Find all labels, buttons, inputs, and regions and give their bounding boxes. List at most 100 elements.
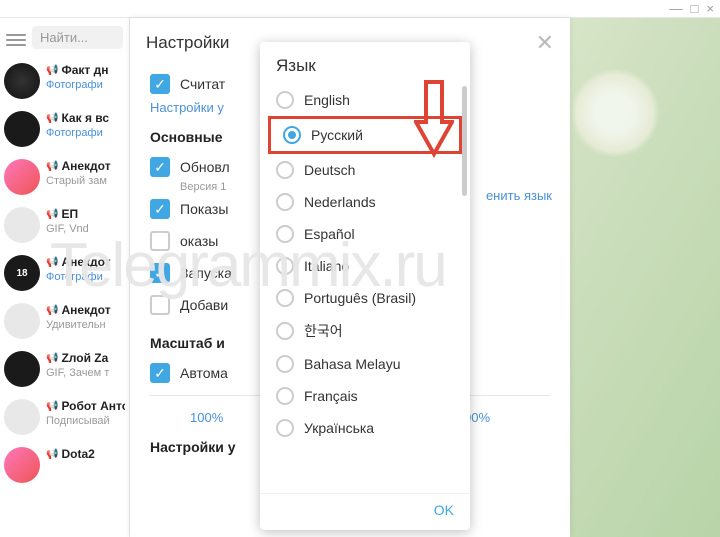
avatar xyxy=(4,351,40,387)
chat-item[interactable]: 📢Анекдот Старый зам xyxy=(0,153,129,201)
chat-title: Анекдот xyxy=(61,255,110,269)
annotation-arrow-icon xyxy=(414,78,454,163)
channel-icon: 📢 xyxy=(46,353,58,364)
chat-item[interactable]: 📢Факт дн Фотографи xyxy=(0,57,129,105)
language-option[interactable]: 한국어 xyxy=(264,314,466,348)
language-label: English xyxy=(304,92,350,108)
chat-title: Как я вс xyxy=(61,111,109,125)
language-label: Português (Brasil) xyxy=(304,290,416,306)
ok-button[interactable]: OK xyxy=(434,502,454,518)
language-label: Nederlands xyxy=(304,194,376,210)
checkbox-label: Автома xyxy=(180,365,228,381)
radio-icon xyxy=(276,387,294,405)
radio-icon xyxy=(276,289,294,307)
hamburger-icon[interactable] xyxy=(6,31,26,45)
channel-icon: 📢 xyxy=(46,65,58,76)
avatar xyxy=(4,207,40,243)
checkbox-auto-scale[interactable]: ✓ xyxy=(150,363,170,383)
checkbox-show-tray[interactable]: ✓ xyxy=(150,199,170,219)
channel-icon: 📢 xyxy=(46,257,58,268)
radio-icon xyxy=(276,225,294,243)
avatar xyxy=(4,303,40,339)
language-label: Українська xyxy=(304,420,374,436)
radio-icon xyxy=(276,257,294,275)
checkbox-label: Добави xyxy=(180,297,228,313)
checkbox-update[interactable]: ✓ xyxy=(150,157,170,177)
avatar xyxy=(4,111,40,147)
language-option[interactable]: Português (Brasil) xyxy=(264,282,466,314)
language-label: 한국어 xyxy=(304,321,343,341)
chat-subtitle: Удивительн xyxy=(46,319,125,331)
checkbox-label: Запуска xyxy=(180,265,232,281)
scrollbar-thumb[interactable] xyxy=(462,86,467,196)
minimize-icon[interactable]: — xyxy=(670,1,683,16)
chat-subtitle: Подписывай xyxy=(46,415,125,427)
language-option[interactable]: Français xyxy=(264,380,466,412)
radio-icon xyxy=(276,91,294,109)
scale-100-link[interactable]: 100% xyxy=(190,410,223,425)
close-icon[interactable]: × xyxy=(706,1,714,16)
radio-icon xyxy=(276,161,294,179)
chat-sidebar: Найти... 📢Факт дн Фотографи 📢Как я вс Фо… xyxy=(0,18,130,537)
avatar xyxy=(4,447,40,483)
maximize-icon[interactable]: □ xyxy=(691,1,699,16)
chat-item[interactable]: 📢Zлой Za GIF, Зачем т xyxy=(0,345,129,393)
avatar: 18 xyxy=(4,255,40,291)
language-label: Bahasa Melayu xyxy=(304,356,401,372)
radio-icon xyxy=(283,126,301,144)
language-label: Français xyxy=(304,388,358,404)
language-label: Русский xyxy=(311,127,363,143)
checkbox-show-taskbar[interactable] xyxy=(150,231,170,251)
chat-subtitle: GIF, Vnd xyxy=(46,223,125,235)
change-language-link[interactable]: енить язык xyxy=(486,188,552,203)
chat-title: Анекдот xyxy=(61,159,110,173)
avatar xyxy=(4,159,40,195)
chat-title: Факт дн xyxy=(61,63,108,77)
chat-item[interactable]: 📢ЕП GIF, Vnd xyxy=(0,201,129,249)
chat-subtitle: GIF, Зачем т xyxy=(46,367,125,379)
close-icon[interactable]: ✕ xyxy=(536,30,554,56)
channel-icon: 📢 xyxy=(46,401,58,412)
language-option[interactable]: Español xyxy=(264,218,466,250)
language-option[interactable]: Bahasa Melayu xyxy=(264,348,466,380)
window-titlebar: — □ × xyxy=(0,0,720,18)
chat-item[interactable]: 18 📢Анекдот Фотографи xyxy=(0,249,129,297)
checkbox-label: Показы xyxy=(180,201,228,217)
checkbox-label: Считат xyxy=(180,76,225,92)
chat-title: Zлой Za xyxy=(61,351,108,365)
chat-item[interactable]: 📢Dota2 xyxy=(0,441,129,489)
language-option[interactable]: Italiano xyxy=(264,250,466,282)
radio-icon xyxy=(276,355,294,373)
channel-icon: 📢 xyxy=(46,113,58,124)
settings-title: Настройки xyxy=(146,33,229,53)
checkbox-label: Обновл xyxy=(180,159,230,175)
checkbox-autostart[interactable]: ✓ xyxy=(150,263,170,283)
chat-item[interactable]: 📢Робот Анто Подписывай xyxy=(0,393,129,441)
chat-title: Робот Анто xyxy=(61,399,125,413)
avatar xyxy=(4,399,40,435)
chat-item[interactable]: 📢Анекдот Удивительн xyxy=(0,297,129,345)
language-label: Deutsch xyxy=(304,162,355,178)
channel-icon: 📢 xyxy=(46,161,58,172)
channel-icon: 📢 xyxy=(46,209,58,220)
radio-icon xyxy=(276,419,294,437)
wallpaper-decoration xyxy=(570,68,660,158)
checkbox-add-sendto[interactable] xyxy=(150,295,170,315)
chat-title: ЕП xyxy=(61,207,78,221)
search-input[interactable]: Найти... xyxy=(32,26,123,49)
checkbox-label: оказы xyxy=(180,233,218,249)
chat-title: Анекдот xyxy=(61,303,110,317)
language-option[interactable]: Nederlands xyxy=(264,186,466,218)
channel-icon: 📢 xyxy=(46,305,58,316)
chat-item[interactable]: 📢Как я вс Фотографи xyxy=(0,105,129,153)
chat-subtitle: Старый зам xyxy=(46,175,125,187)
radio-icon xyxy=(276,193,294,211)
chat-subtitle: Фотографи xyxy=(46,127,125,139)
chat-subtitle: Фотографи xyxy=(46,79,125,91)
chat-subtitle: Фотографи xyxy=(46,271,125,283)
avatar xyxy=(4,63,40,99)
language-option[interactable]: Українська xyxy=(264,412,466,444)
language-label: Italiano xyxy=(304,258,349,274)
channel-icon: 📢 xyxy=(46,449,58,460)
checkbox-count-unread[interactable]: ✓ xyxy=(150,74,170,94)
